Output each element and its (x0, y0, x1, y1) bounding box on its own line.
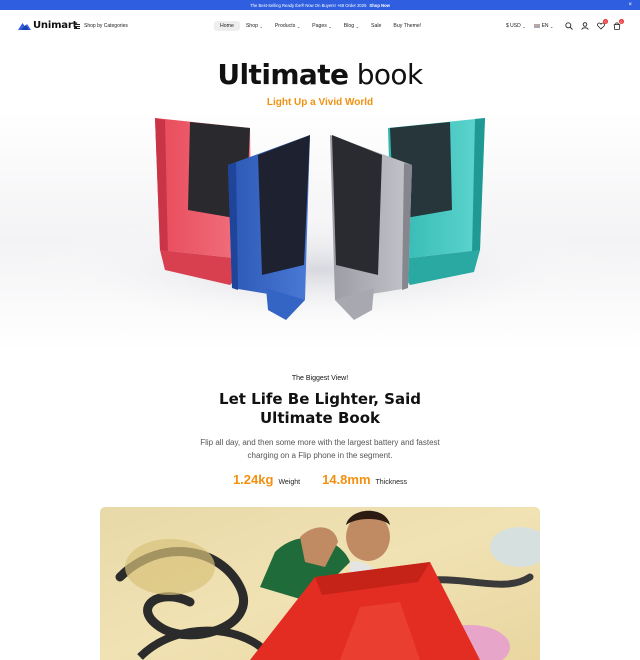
wishlist-button[interactable]: 0 (596, 19, 608, 31)
spec-thickness: 14.8mm Thickness (322, 472, 407, 487)
main-nav: Home Shop ⌄ Products ⌄ Pages ⌄ Blog ⌄ Sale B… (214, 21, 427, 31)
nav-products[interactable]: Products ⌄ (269, 21, 306, 31)
site-header: Unimart Shop by Categories Home Shop ⌄ Pr… (0, 10, 640, 43)
feature-desc-line1: Flip all day, and then some more with th… (200, 438, 440, 447)
cart-count-badge: 0 (619, 19, 624, 24)
feature-eyebrow: The Biggest View! (291, 375, 349, 382)
hero-subtitle: Light Up a Vivid World (266, 97, 374, 108)
chevron-down-icon: ⌄ (522, 23, 526, 29)
nav-label: Buy Theme! (393, 23, 422, 29)
search-button[interactable] (564, 21, 574, 31)
language-select[interactable]: EN ⌄ (533, 23, 554, 29)
nav-label: Shop (245, 23, 258, 29)
lifestyle-image (100, 507, 540, 660)
nav-label: Blog (343, 23, 355, 29)
cart-button[interactable]: 0 (612, 19, 624, 31)
nav-label: Home (220, 23, 234, 29)
nav-label: Sale (371, 23, 382, 29)
menu-icon (74, 23, 80, 29)
nav-buy-theme[interactable]: Buy Theme! (387, 21, 427, 31)
shop-by-categories-button[interactable]: Shop by Categories (74, 23, 128, 29)
chevron-down-icon: ⌄ (296, 23, 301, 29)
currency-label: $ USD (506, 23, 521, 29)
hero-title-bold: Ultimate (217, 58, 349, 91)
spec-weight-label: Weight (278, 479, 301, 486)
feature-description: Flip all day, and then some more with th… (0, 437, 640, 462)
hero-title-light: book (356, 58, 423, 91)
spec-thickness-value: 14.8mm (322, 472, 371, 487)
flag-icon (533, 24, 540, 28)
logo[interactable]: Unimart (18, 20, 77, 31)
search-icon (565, 22, 573, 30)
announcement-text: The Best-Selling Ready Ibe® Now On Buyer… (250, 2, 367, 8)
logo-mountain-icon (18, 23, 31, 30)
feature-desc-line2: charging on a Flip phone in the segment. (247, 450, 393, 460)
announcement-shop-link[interactable]: Shop Now (369, 3, 389, 8)
close-icon[interactable]: × (628, 1, 632, 9)
feature-title-line1: Let Life Be Lighter, Said (219, 390, 421, 408)
nav-pages[interactable]: Pages ⌄ (306, 21, 338, 31)
spec-weight-value: 1.24kg (232, 472, 274, 487)
feature-title: Let Life Be Lighter, Said Ultimate Book (0, 390, 640, 428)
feature-title-line2: Ultimate Book (260, 409, 380, 427)
chevron-down-icon: ⌄ (328, 23, 332, 29)
nav-label: Pages (312, 23, 327, 29)
spec-list: 1.24kg Weight 14.8mm Thickness (0, 472, 640, 487)
wishlist-count-badge: 0 (603, 19, 608, 24)
language-label: EN (541, 23, 549, 29)
user-icon (581, 22, 589, 30)
chevron-down-icon: ⌄ (355, 23, 359, 29)
nav-blog[interactable]: Blog ⌄ (338, 21, 365, 31)
spec-thickness-label: Thickness (375, 479, 408, 486)
chevron-down-icon: ⌄ (259, 23, 263, 29)
account-button[interactable] (580, 21, 590, 31)
hero-laptops-image (0, 110, 640, 350)
locale-tools: $ USD ⌄ EN ⌄ (506, 23, 561, 29)
nav-sale[interactable]: Sale (365, 21, 387, 31)
announcement-bar: The Best-Selling Ready Ibe® Now On Buyer… (0, 0, 640, 10)
logo-text: Unimart (33, 20, 78, 31)
categories-label: Shop by Categories (84, 23, 128, 29)
nav-home[interactable]: Home (214, 21, 240, 31)
hero-title: Ultimate book (0, 58, 640, 91)
nav-label: Products (274, 23, 296, 29)
chevron-down-icon: ⌄ (550, 23, 554, 29)
nav-shop[interactable]: Shop ⌄ (240, 21, 269, 31)
spec-weight: 1.24kg Weight (233, 472, 300, 487)
currency-select[interactable]: $ USD ⌄ (506, 23, 526, 29)
